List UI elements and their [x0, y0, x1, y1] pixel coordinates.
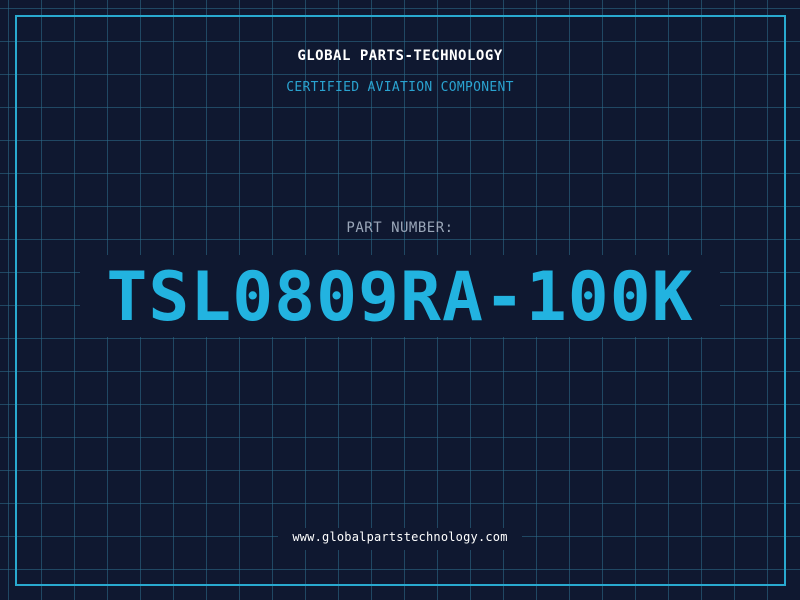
company-name: GLOBAL PARTS-TECHNOLOGY [297, 48, 503, 64]
part-number-value: TSL0809RA-100K [106, 258, 694, 337]
part-number-label: PART NUMBER: [346, 220, 454, 236]
certification-tagline: CERTIFIED AVIATION COMPONENT [286, 80, 514, 95]
certificate-card: GLOBAL PARTS-TECHNOLOGY CERTIFIED AVIATI… [0, 0, 800, 600]
website-url: www.globalpartstechnology.com [292, 530, 508, 544]
